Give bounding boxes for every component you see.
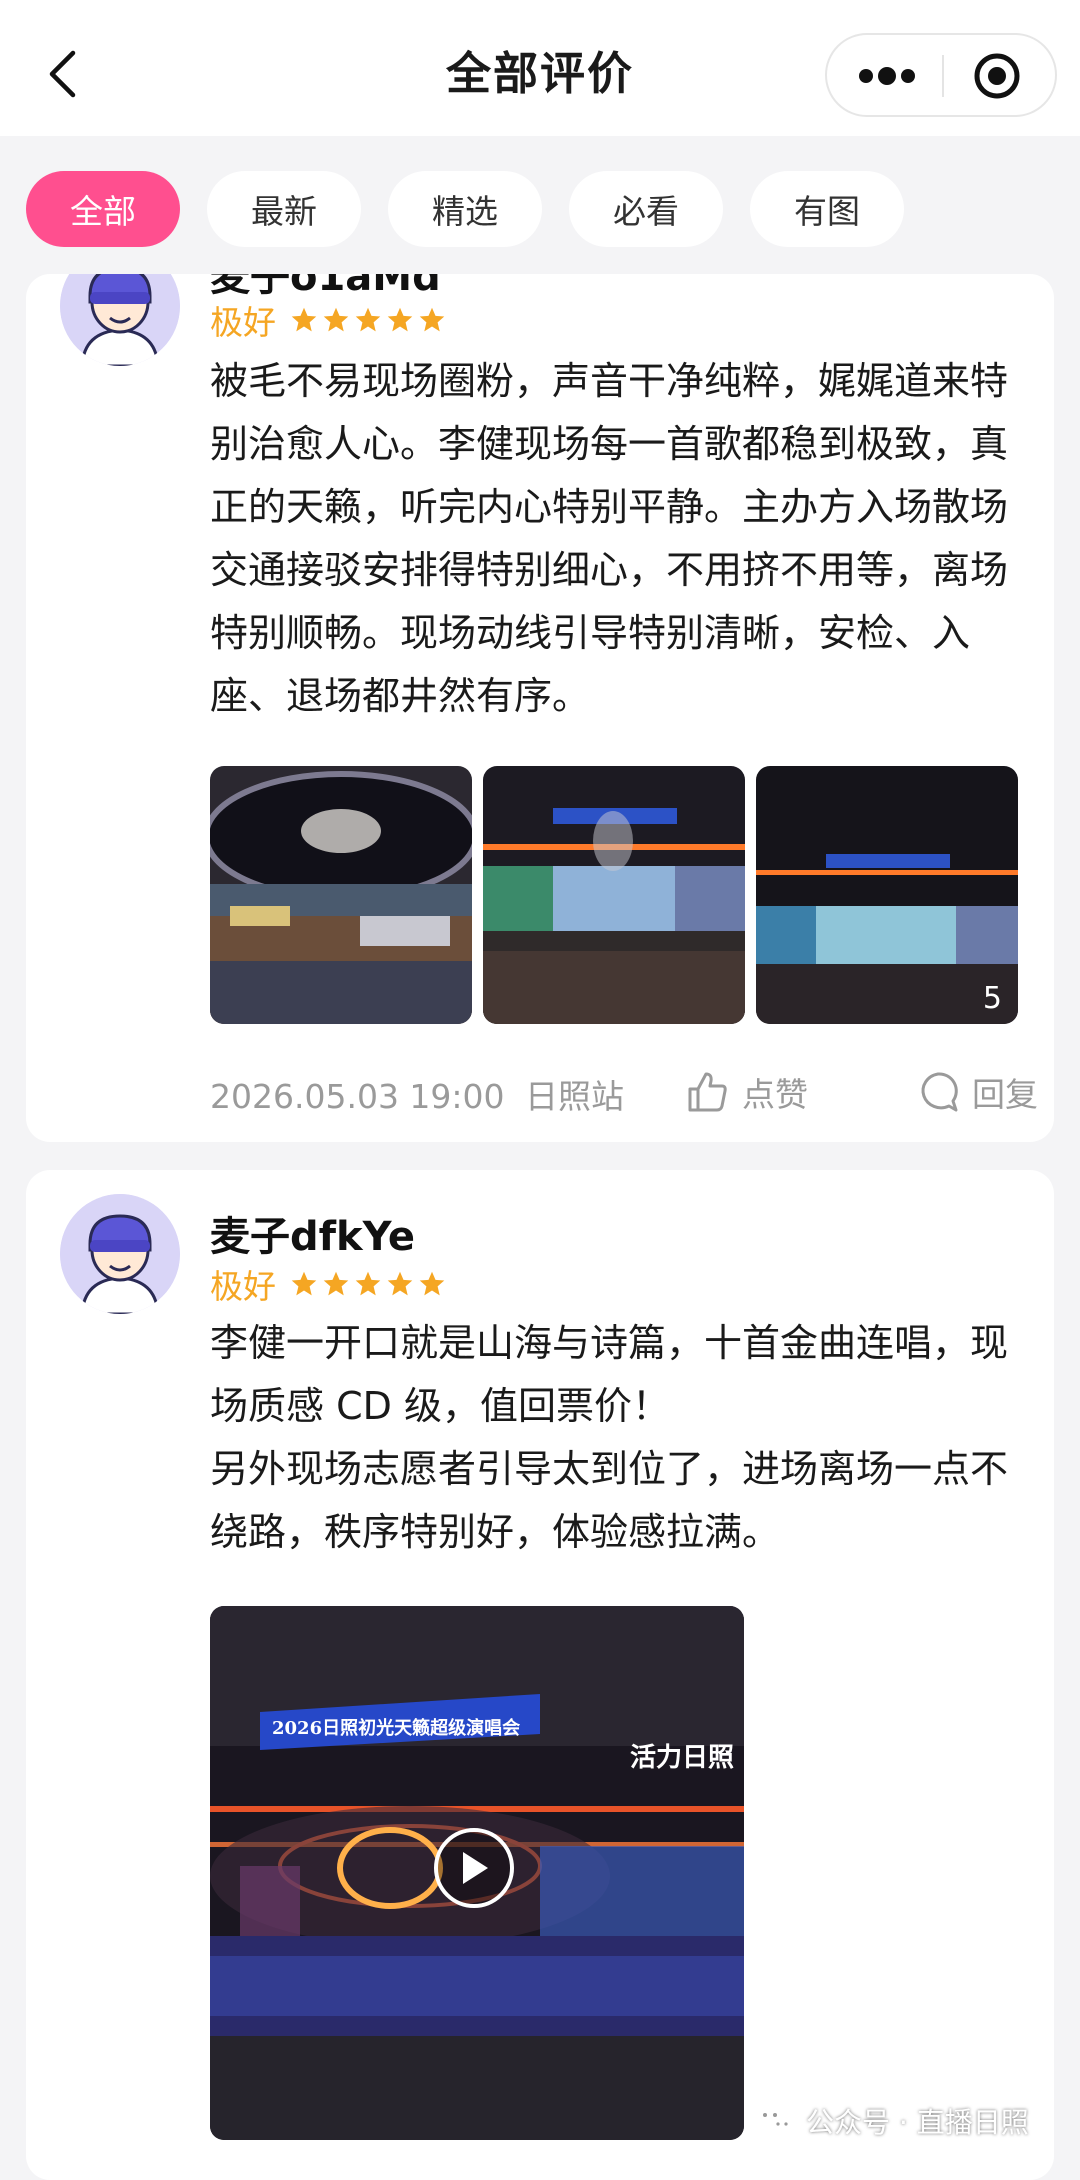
rating-label: 极好: [210, 303, 276, 342]
avatar[interactable]: [60, 1194, 180, 1314]
star-icon: [387, 1271, 413, 1296]
more-dots-icon: [859, 67, 915, 85]
play-icon: [463, 1852, 488, 1884]
rating: 极好: [210, 298, 446, 342]
watermark: 公众号 · 直播日照: [754, 2100, 1029, 2142]
more-button[interactable]: [847, 53, 927, 99]
review-photo[interactable]: [210, 766, 472, 1024]
review-card: 麦子ŏ1aMd 极好 被毛不易现场圈粉，声音干净纯粹，娓娓道来特别治愈人心。李健…: [26, 274, 1054, 1142]
video-banner-text: 2026日照初光天籁超级演唱会: [272, 1717, 520, 1739]
close-mini-program-button[interactable]: [967, 50, 1027, 102]
review-date: 2026.05.03 19:00: [210, 1077, 505, 1116]
star-icon: [323, 307, 349, 332]
tab-with-images[interactable]: 有图: [750, 171, 904, 247]
filter-tabs: 全部 最新 精选 必看 有图: [0, 136, 1080, 274]
star-rating: [290, 1270, 446, 1298]
reply-button[interactable]: 回复: [916, 1062, 1038, 1122]
star-icon: [355, 1271, 381, 1296]
review-photo[interactable]: [483, 766, 745, 1024]
review-video[interactable]: 活力日照 2026日照初光天籁超级演唱会: [210, 1606, 744, 2140]
review-text: 李健一开口就是山海与诗篇，十首金曲连唱，现场质感 CD 级，值回票价！ 另外现场…: [210, 1321, 1009, 1554]
tab-all[interactable]: 全部: [26, 171, 180, 247]
reviewer-name[interactable]: 麦子dfkYe: [210, 1204, 415, 1262]
star-icon: [419, 1271, 445, 1296]
wechat-icon: [755, 2105, 795, 2135]
comment-icon: [921, 1072, 958, 1112]
avatar[interactable]: [60, 274, 180, 366]
thumbs-up-icon: [688, 1072, 727, 1112]
review-photo[interactable]: 5: [756, 766, 1018, 1024]
mini-program-capsule: [825, 33, 1057, 117]
rating-label: 极好: [210, 1267, 276, 1306]
review-text: 被毛不易现场圈粉，声音干净纯粹，娓娓道来特别治愈人心。李健现场每一首歌都稳到极致…: [210, 359, 1009, 718]
star-icon: [355, 307, 381, 332]
tab-latest[interactable]: 最新: [207, 171, 361, 247]
video-side-text: 活力日照: [630, 1743, 734, 1773]
nav-bar: 全部评价: [0, 0, 1080, 136]
tab-featured[interactable]: 精选: [388, 171, 542, 247]
star-icon: [323, 1271, 349, 1296]
like-label: 点赞: [742, 1075, 808, 1114]
review-meta: 2026.05.03 19:00 日照站 点赞 回复: [210, 1062, 1040, 1122]
star-icon: [291, 1271, 317, 1296]
capsule-divider: [942, 55, 944, 97]
review-card: 麦子dfkYe 极好 李健一开口就是山海与诗篇，十首金曲连唱，现场质感 CD 级…: [26, 1170, 1054, 2180]
play-button[interactable]: [434, 1828, 514, 1908]
star-rating: [290, 306, 446, 334]
watermark-text: 公众号 · 直播日照: [806, 2106, 1029, 2139]
star-icon: [419, 307, 445, 332]
more-photos-count: 5: [982, 981, 1002, 1016]
rating: 极好: [210, 1262, 446, 1306]
review-station: 日照站: [525, 1077, 625, 1116]
target-icon: [974, 53, 1020, 99]
star-icon: [387, 307, 413, 332]
like-button[interactable]: 点赞: [686, 1062, 808, 1122]
star-icon: [291, 307, 317, 332]
reply-label: 回复: [972, 1075, 1038, 1114]
tab-must-see[interactable]: 必看: [569, 171, 723, 247]
review-date-station: 2026.05.03 19:00 日照站: [210, 1070, 624, 1118]
